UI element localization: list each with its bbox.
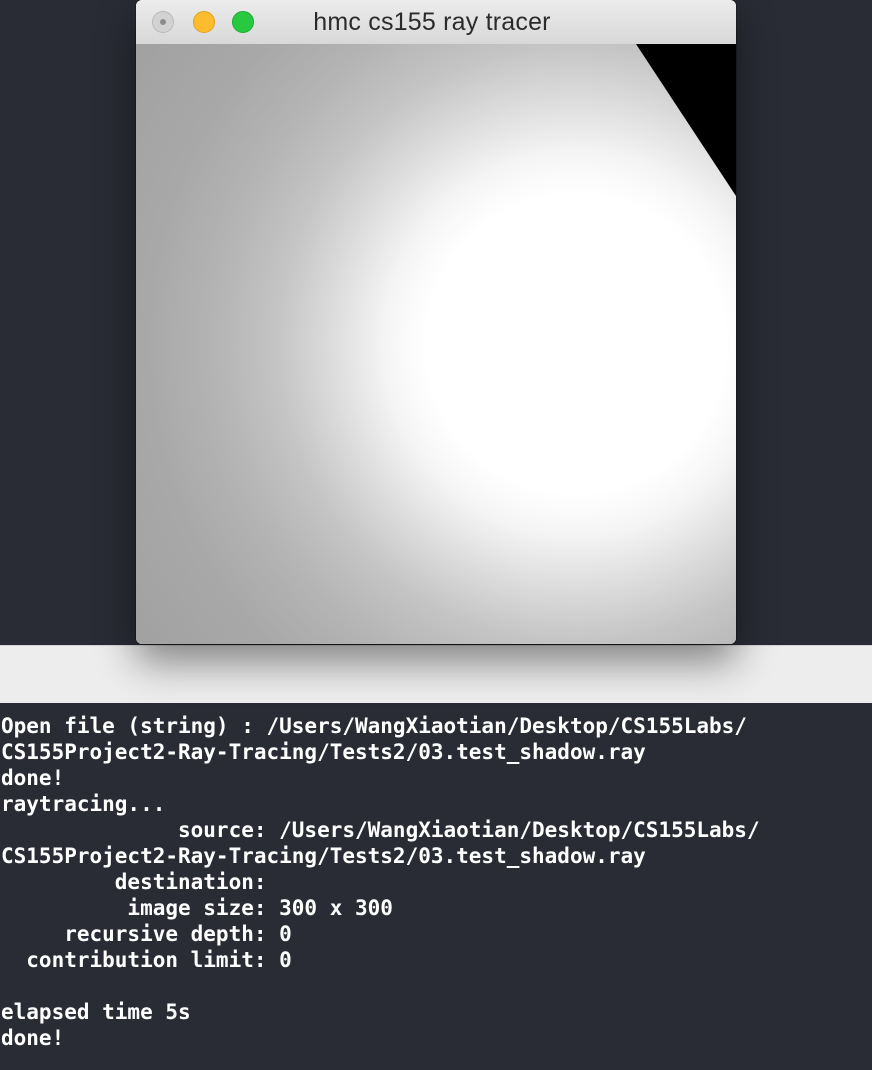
terminal-line: elapsed time 5s: [1, 1000, 191, 1024]
terminal-line: destination:: [1, 870, 280, 894]
terminal-line: CS155Project2-Ray-Tracing/Tests2/03.test…: [1, 740, 646, 764]
window-shelf: [0, 645, 872, 704]
terminal-line: raytracing...: [1, 792, 166, 816]
terminal-output: Open file (string) : /Users/WangXiaotian…: [0, 703, 872, 1070]
terminal-line: contribution limit: 0: [1, 948, 292, 972]
terminal-line: done!: [1, 766, 65, 790]
terminal-text: Open file (string) : /Users/WangXiaotian…: [0, 703, 872, 1051]
terminal-line: CS155Project2-Ray-Tracing/Tests2/03.test…: [1, 844, 646, 868]
terminal-line: source: /Users/WangXiaotian/Desktop/CS15…: [1, 818, 760, 842]
ray-tracer-window[interactable]: hmc cs155 ray tracer: [136, 0, 736, 644]
window-title-text: hmc cs155 ray tracer: [313, 8, 551, 36]
rendered-image: [136, 44, 736, 644]
window-title: hmc cs155 ray tracer: [136, 8, 736, 37]
terminal-line: image size: 300 x 300: [1, 896, 393, 920]
terminal-line: done!: [1, 1026, 65, 1050]
terminal-line: Open file (string) : /Users/WangXiaotian…: [1, 714, 747, 738]
shadow-region: [636, 44, 736, 196]
window-titlebar[interactable]: hmc cs155 ray tracer: [136, 0, 736, 45]
terminal-line: recursive depth: 0: [1, 922, 292, 946]
